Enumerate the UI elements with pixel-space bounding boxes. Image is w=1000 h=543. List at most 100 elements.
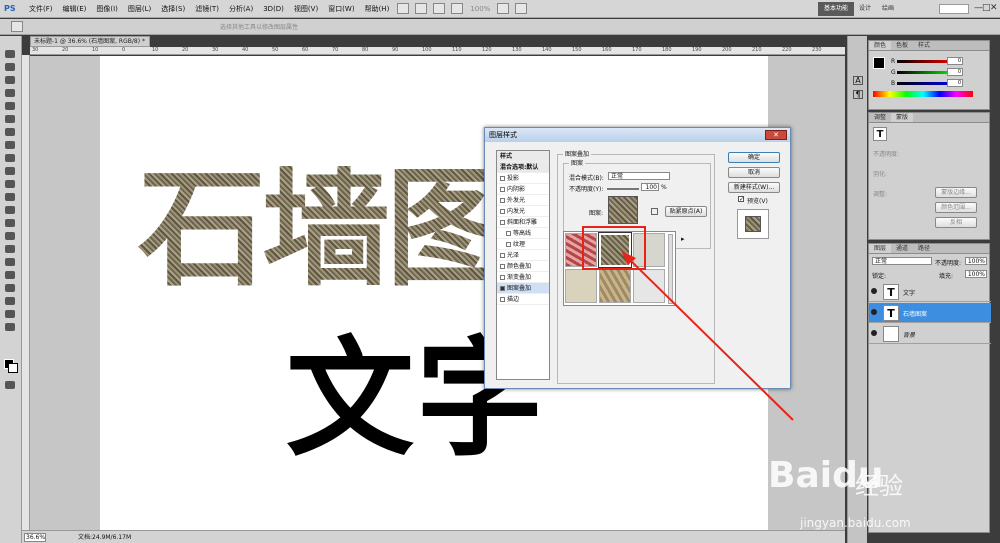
style-checkbox[interactable] [500, 220, 505, 225]
opacity-slider[interactable] [607, 188, 639, 190]
healing-brush-tool-icon[interactable] [5, 128, 15, 136]
history-brush-tool-icon[interactable] [5, 167, 15, 175]
hand-tool-icon[interactable] [433, 3, 446, 14]
menu-3d[interactable]: 3D(D) [258, 0, 289, 18]
gradient-tool-icon[interactable] [5, 193, 15, 201]
menu-analysis[interactable]: 分析(A) [224, 0, 258, 18]
pattern-tile-sand[interactable] [599, 269, 631, 303]
layer-blend-mode-select[interactable]: 正常 [872, 257, 932, 265]
style-item[interactable]: 外发光 [497, 195, 549, 206]
menu-view[interactable]: 视图(V) [289, 0, 323, 18]
tab-styles[interactable]: 样式 [913, 41, 935, 50]
invert-button[interactable]: 反相 [935, 217, 977, 228]
style-checkbox[interactable] [500, 198, 505, 203]
path-select-tool-icon[interactable] [5, 258, 15, 266]
tab-color[interactable]: 颜色 [869, 41, 892, 50]
shape-tool-icon[interactable] [5, 271, 15, 279]
layer-row-background[interactable]: 背景 [869, 324, 991, 344]
style-item[interactable]: 图案叠加 [497, 283, 549, 294]
move-tool-icon[interactable] [5, 50, 15, 58]
type-tool-icon[interactable] [5, 245, 15, 253]
3d-orbit-tool-icon[interactable] [5, 297, 15, 305]
clone-stamp-tool-icon[interactable] [5, 154, 15, 162]
arrange-icon[interactable] [497, 3, 510, 14]
marquee-tool-icon[interactable] [5, 63, 15, 71]
visibility-eye-icon[interactable] [871, 309, 877, 315]
layer-row-text[interactable]: T 文字 [869, 282, 991, 302]
style-item[interactable]: 内发光 [497, 206, 549, 217]
ok-button[interactable]: 确定 [728, 152, 780, 163]
eraser-tool-icon[interactable] [5, 180, 15, 188]
tab-swatches[interactable]: 色板 [891, 41, 913, 50]
tab-paths[interactable]: 路径 [913, 244, 935, 253]
workspace-painting-button[interactable]: 绘画 [882, 2, 894, 16]
new-style-button[interactable]: 新建样式(W)... [728, 182, 780, 193]
pattern-preview-thumb[interactable] [608, 196, 638, 224]
style-checkbox[interactable] [506, 242, 511, 247]
mask-edge-button[interactable]: 蒙版边缘... [935, 187, 977, 198]
style-item[interactable]: 描边 [497, 294, 549, 305]
pen-tool-icon[interactable] [5, 232, 15, 240]
tab-channels[interactable]: 通道 [891, 244, 913, 253]
workspace-essentials-button[interactable]: 基本功能 [818, 2, 854, 16]
menu-layer[interactable]: 图层(L) [123, 0, 156, 18]
minibridge-icon[interactable] [415, 3, 428, 14]
style-checkbox[interactable] [500, 176, 505, 181]
style-item[interactable]: 纹理 [497, 239, 549, 250]
tab-layers[interactable]: 图层 [869, 244, 892, 253]
background-color-swatch[interactable] [8, 363, 18, 373]
channel-g-value[interactable]: 0 [947, 68, 963, 76]
blur-tool-icon[interactable] [5, 206, 15, 214]
style-checkbox[interactable] [500, 275, 505, 280]
style-item[interactable]: 样式 [497, 151, 549, 162]
menu-filter[interactable]: 滤镜(T) [190, 0, 224, 18]
color-range-button[interactable]: 颜色范围... [935, 202, 977, 213]
layer-opacity-field[interactable]: 100% [965, 257, 987, 265]
close-button[interactable]: ✕ [990, 3, 998, 13]
quick-mask-icon[interactable] [5, 381, 15, 389]
zoom-field[interactable]: 36.6% [24, 533, 46, 542]
character-panel-icon[interactable]: A [853, 76, 863, 85]
lasso-tool-icon[interactable] [5, 76, 15, 84]
hand-tool-icon[interactable] [5, 310, 15, 318]
style-checkbox[interactable] [500, 286, 505, 291]
menu-help[interactable]: 帮助(H) [360, 0, 395, 18]
menu-edit[interactable]: 编辑(E) [58, 0, 92, 18]
channel-r-value[interactable]: 0 [947, 57, 963, 65]
menu-file[interactable]: 文件(F) [24, 0, 58, 18]
quick-select-tool-icon[interactable] [5, 89, 15, 97]
opacity-field[interactable]: 100 [641, 183, 659, 191]
zoom-tool-icon[interactable] [451, 3, 464, 14]
style-item[interactable]: 内阴影 [497, 184, 549, 195]
picker-scrollbar[interactable] [668, 234, 673, 304]
snap-to-origin-button[interactable]: 贴紧原点(A) [665, 206, 707, 217]
menu-window[interactable]: 窗口(W) [323, 0, 359, 18]
pattern-tile-beige[interactable] [565, 269, 597, 303]
pattern-tile-light[interactable] [633, 269, 665, 303]
layer-row-stone-pattern[interactable]: T 石墙图案 [869, 303, 991, 323]
tab-masks[interactable]: 蒙版 [891, 113, 914, 122]
zoom-tool-icon[interactable] [5, 323, 15, 331]
picker-menu-arrow-icon[interactable]: ▸ [681, 235, 685, 243]
style-item[interactable]: 混合选项:默认 [497, 162, 549, 173]
channel-b-value[interactable]: 0 [947, 79, 963, 87]
style-checkbox[interactable] [500, 209, 505, 214]
style-item[interactable]: 渐变叠加 [497, 272, 549, 283]
style-item[interactable]: 斜面和浮雕 [497, 217, 549, 228]
paragraph-panel-icon[interactable]: ¶ [853, 90, 863, 99]
style-item[interactable]: 光泽 [497, 250, 549, 261]
style-item[interactable]: 颜色叠加 [497, 261, 549, 272]
visibility-eye-icon[interactable] [871, 330, 877, 336]
document-tab[interactable]: 未标题-1 @ 36.6% (石墙图案, RGB/8) * [30, 36, 150, 47]
color-foreground-swatch[interactable] [873, 57, 885, 69]
zoom-readout[interactable]: 100% [470, 5, 490, 13]
new-preset-icon[interactable] [651, 208, 658, 215]
crop-tool-icon[interactable] [5, 102, 15, 110]
move-tool-preset-icon[interactable] [11, 21, 23, 32]
3d-rotate-tool-icon[interactable] [5, 284, 15, 292]
style-checkbox[interactable] [500, 187, 505, 192]
preview-checkbox[interactable]: ✓ [738, 196, 744, 203]
cs-live-search[interactable] [939, 4, 969, 14]
style-checkbox[interactable] [500, 297, 505, 302]
brush-tool-icon[interactable] [5, 141, 15, 149]
